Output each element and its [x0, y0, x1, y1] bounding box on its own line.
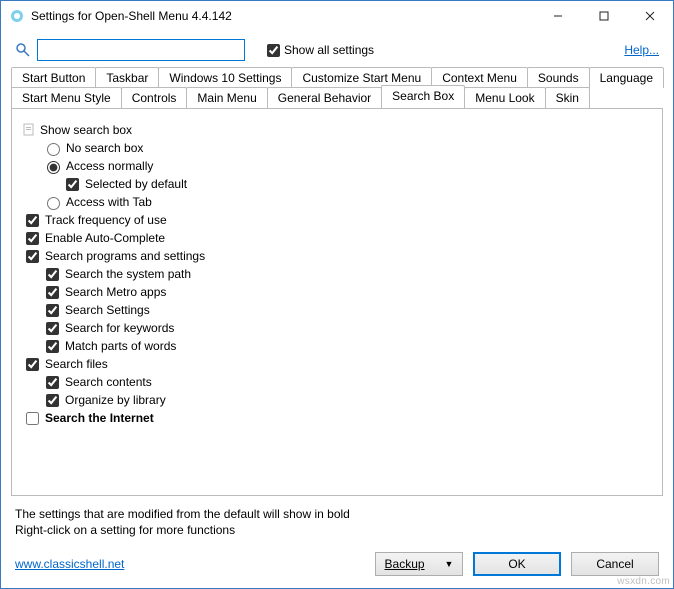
- checkbox-label: Match parts of words: [65, 337, 176, 355]
- tab-controls[interactable]: Controls: [121, 87, 188, 108]
- checkbox-input[interactable]: [26, 232, 39, 245]
- checkbox-input[interactable]: [46, 268, 59, 281]
- help-link[interactable]: Help...: [624, 43, 659, 57]
- check-search-contents[interactable]: Search contents: [22, 373, 652, 391]
- hint-line-1: The settings that are modified from the …: [15, 506, 659, 522]
- maximize-button[interactable]: [581, 1, 627, 31]
- checkbox-label: Search Settings: [65, 301, 150, 319]
- tab-skin[interactable]: Skin: [545, 87, 590, 108]
- settings-tree: Show search box No search box Access nor…: [22, 121, 652, 427]
- check-search-settings[interactable]: Search Settings: [22, 301, 652, 319]
- settings-window: Settings for Open-Shell Menu 4.4.142 Sho…: [0, 0, 674, 589]
- tab-panel-wrap: Show search box No search box Access nor…: [1, 108, 673, 502]
- group-show-search-box: Show search box: [22, 121, 652, 139]
- check-selected-by-default[interactable]: Selected by default: [22, 175, 652, 193]
- filter-input[interactable]: [37, 39, 245, 61]
- tab-start-button[interactable]: Start Button: [11, 67, 96, 88]
- group-label: Show search box: [40, 121, 132, 139]
- checkbox-label: Search programs and settings: [45, 247, 205, 265]
- toolbar: Show all settings Help...: [1, 31, 673, 67]
- minimize-button[interactable]: [535, 1, 581, 31]
- hint-line-2: Right-click on a setting for more functi…: [15, 522, 659, 538]
- dialog-buttons: www.classicshell.net Backup ▼ OK Cancel: [1, 546, 673, 588]
- show-all-label: Show all settings: [284, 43, 374, 57]
- checkbox-input[interactable]: [46, 340, 59, 353]
- checkbox-input[interactable]: [26, 358, 39, 371]
- tab-windows-10-settings[interactable]: Windows 10 Settings: [158, 67, 292, 88]
- checkbox-input[interactable]: [46, 304, 59, 317]
- show-all-settings[interactable]: Show all settings: [267, 43, 374, 57]
- checkbox-label: Search contents: [65, 373, 152, 391]
- titlebar: Settings for Open-Shell Menu 4.4.142: [1, 1, 673, 31]
- dropdown-arrow-icon: ▼: [445, 559, 454, 569]
- radio-label: Access normally: [66, 157, 153, 175]
- tab-taskbar[interactable]: Taskbar: [95, 67, 159, 88]
- tab-start-menu-style[interactable]: Start Menu Style: [11, 87, 122, 108]
- backup-button[interactable]: Backup ▼: [375, 552, 463, 576]
- check-metro-apps[interactable]: Search Metro apps: [22, 283, 652, 301]
- checkbox-input[interactable]: [46, 394, 59, 407]
- checkbox-label: Track frequency of use: [45, 211, 167, 229]
- checkbox-label: Selected by default: [85, 175, 187, 193]
- close-button[interactable]: [627, 1, 673, 31]
- page-icon: [22, 123, 36, 137]
- check-search-programs[interactable]: Search programs and settings: [22, 247, 652, 265]
- checkbox-input[interactable]: [66, 178, 79, 191]
- window-title: Settings for Open-Shell Menu 4.4.142: [31, 9, 535, 23]
- website-link[interactable]: www.classicshell.net: [15, 557, 124, 571]
- radio-input[interactable]: [47, 161, 60, 174]
- checkbox-input[interactable]: [46, 286, 59, 299]
- tab-menu-look[interactable]: Menu Look: [464, 87, 545, 108]
- checkbox-label: Search for keywords: [65, 319, 174, 337]
- check-organize-library[interactable]: Organize by library: [22, 391, 652, 409]
- checkbox-label: Search the system path: [65, 265, 191, 283]
- check-match-parts[interactable]: Match parts of words: [22, 337, 652, 355]
- tab-strip: Start ButtonTaskbarWindows 10 SettingsCu…: [1, 67, 673, 108]
- backup-label: Backup: [385, 557, 425, 571]
- show-all-checkbox[interactable]: [267, 44, 280, 57]
- checkbox-label: Organize by library: [65, 391, 166, 409]
- checkbox-label: Search files: [45, 355, 108, 373]
- checkbox-label: Enable Auto-Complete: [45, 229, 165, 247]
- radio-no-search-box[interactable]: No search box: [22, 139, 652, 157]
- checkbox-input[interactable]: [46, 376, 59, 389]
- check-auto-complete[interactable]: Enable Auto-Complete: [22, 229, 652, 247]
- tab-search-box[interactable]: Search Box: [381, 85, 465, 108]
- window-controls: [535, 1, 673, 31]
- radio-label: Access with Tab: [66, 193, 152, 211]
- hint-text: The settings that are modified from the …: [1, 502, 673, 546]
- checkbox-input[interactable]: [26, 412, 39, 425]
- radio-input[interactable]: [47, 197, 60, 210]
- tab-general-behavior[interactable]: General Behavior: [267, 87, 382, 108]
- radio-access-with-tab[interactable]: Access with Tab: [22, 193, 652, 211]
- cancel-button[interactable]: Cancel: [571, 552, 659, 576]
- tab-language[interactable]: Language: [589, 67, 664, 88]
- radio-access-normally[interactable]: Access normally: [22, 157, 652, 175]
- ok-button[interactable]: OK: [473, 552, 561, 576]
- tab-sounds[interactable]: Sounds: [527, 67, 590, 88]
- checkbox-input[interactable]: [46, 322, 59, 335]
- checkbox-label: Search Metro apps: [65, 283, 166, 301]
- app-icon: [9, 8, 25, 24]
- checkbox-input[interactable]: [26, 214, 39, 227]
- check-search-keywords[interactable]: Search for keywords: [22, 319, 652, 337]
- checkbox-input[interactable]: [26, 250, 39, 263]
- search-icon: [15, 42, 31, 58]
- tab-main-menu[interactable]: Main Menu: [186, 87, 267, 108]
- radio-input[interactable]: [47, 143, 60, 156]
- watermark: wsxdn.com: [617, 576, 670, 587]
- check-search-internet[interactable]: Search the Internet: [22, 409, 652, 427]
- check-search-files[interactable]: Search files: [22, 355, 652, 373]
- search-box-panel: Show search box No search box Access nor…: [11, 108, 663, 496]
- check-track-frequency[interactable]: Track frequency of use: [22, 211, 652, 229]
- radio-label: No search box: [66, 139, 143, 157]
- checkbox-label: Search the Internet: [45, 409, 154, 427]
- check-system-path[interactable]: Search the system path: [22, 265, 652, 283]
